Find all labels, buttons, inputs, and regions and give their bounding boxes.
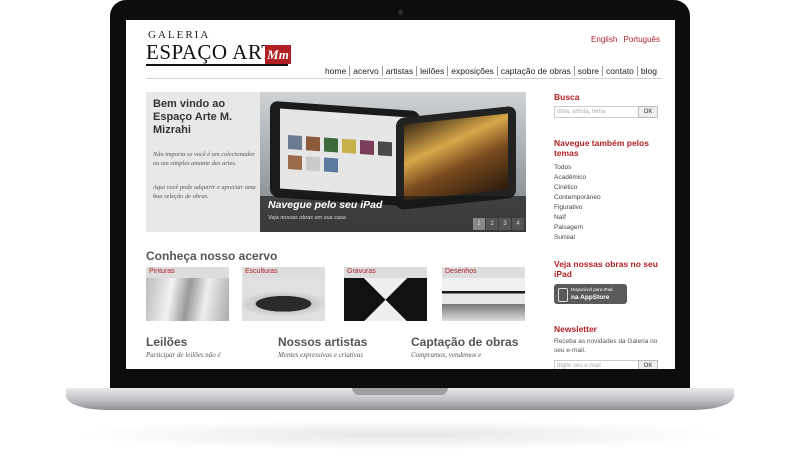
- welcome-title: Bem vindo ao Espaço Arte M. Mizrahi: [153, 98, 233, 136]
- category-label: Desenhos: [442, 267, 525, 278]
- category-label: Pinturas: [146, 267, 229, 278]
- theme-cinetico[interactable]: Cinético: [554, 183, 601, 193]
- slider-subtitle: Veja nossas obras em sua casa: [268, 215, 346, 221]
- appstore-line-2: na AppStore: [571, 294, 610, 301]
- nav-leiloes[interactable]: leilões: [416, 66, 447, 76]
- lang-english[interactable]: English: [591, 35, 617, 44]
- hero-slider[interactable]: Navegue pelo seu iPad Veja nossas obras …: [260, 92, 526, 232]
- slider-page-3[interactable]: 3: [499, 218, 511, 230]
- nav-acervo[interactable]: acervo: [349, 66, 382, 76]
- leiloes-title[interactable]: Leilões: [146, 335, 187, 349]
- category-label: Esculturas: [242, 267, 325, 278]
- newsletter-title: Newsletter: [554, 324, 597, 334]
- camera-icon: [398, 10, 403, 15]
- theme-surreal[interactable]: Surreal: [554, 233, 601, 243]
- search-title: Busca: [554, 92, 580, 102]
- appstore-line-1: Disponível para iPad: [571, 287, 613, 292]
- category-gravuras[interactable]: Gravuras: [344, 267, 427, 321]
- slider-title: Navegue pelo seu iPad: [268, 199, 383, 211]
- slider-page-1[interactable]: 1: [473, 218, 485, 230]
- search-input[interactable]: obra, artista, tema: [554, 106, 640, 118]
- nav-exposicoes[interactable]: exposições: [447, 66, 497, 76]
- theme-contemporaneo[interactable]: Contemporâneo: [554, 193, 601, 203]
- themes-title: Navegue também pelos temas: [554, 138, 649, 158]
- website-screen: GALERIA ESPAÇO ARTE Mm English Português…: [126, 20, 675, 369]
- artistas-title[interactable]: Nossos artistas: [278, 335, 367, 349]
- logo-mark[interactable]: Mm: [265, 45, 291, 64]
- theme-todos[interactable]: Todos: [554, 163, 601, 173]
- category-image: [344, 278, 427, 321]
- nav-contato[interactable]: contato: [602, 66, 637, 76]
- main-nav: home acervo artistas leilões exposições …: [322, 66, 660, 76]
- search-ok-button[interactable]: OK: [638, 106, 658, 118]
- theme-academico[interactable]: Acadêmico: [554, 173, 601, 183]
- captacao-text: Compramos, vendemos e: [411, 351, 482, 359]
- nav-blog[interactable]: blog: [636, 66, 660, 76]
- category-image: [146, 278, 229, 321]
- ipad-image-2: [396, 105, 516, 211]
- newsletter-text: Receba as novidades da Galeria no seu e-…: [554, 338, 658, 354]
- welcome-text-1: Não importa se você é um colecionador ou…: [153, 151, 255, 167]
- category-image: [442, 278, 525, 321]
- nav-home[interactable]: home: [322, 66, 349, 76]
- ipad-title: Veja nossas obras no seu iPad: [554, 259, 658, 279]
- slider-pager: 1 2 3 4: [473, 218, 525, 230]
- nav-artistas[interactable]: artistas: [381, 66, 416, 76]
- themes-list: Todos Acadêmico Cinético Contemporâneo F…: [554, 163, 601, 243]
- theme-naif[interactable]: Naïf: [554, 213, 601, 223]
- category-esculturas[interactable]: Esculturas: [242, 267, 325, 321]
- category-desenhos[interactable]: Desenhos: [442, 267, 525, 321]
- slider-page-4[interactable]: 4: [512, 218, 524, 230]
- appstore-button[interactable]: Disponível para iPad na AppStore: [554, 284, 627, 304]
- nav-sobre[interactable]: sobre: [573, 66, 602, 76]
- laptop-shadow: [70, 420, 730, 450]
- lang-portugues[interactable]: Português: [624, 35, 660, 44]
- language-switcher: English Português: [587, 35, 660, 44]
- nav-captacao[interactable]: captação de obras: [496, 66, 574, 76]
- leiloes-text: Participar de leilões não é: [146, 351, 221, 359]
- logo-underline: [146, 64, 288, 66]
- laptop-notch: [352, 388, 448, 395]
- theme-paisagem[interactable]: Paisagem: [554, 223, 601, 233]
- acervo-title: Conheça nosso acervo: [146, 249, 278, 263]
- newsletter-ok-button[interactable]: OK: [638, 360, 658, 369]
- slider-page-2[interactable]: 2: [486, 218, 498, 230]
- nav-divider: [146, 78, 662, 79]
- artistas-text: Mentes expressivas e criativas: [278, 351, 364, 359]
- category-label: Gravuras: [344, 267, 427, 278]
- category-image: [242, 278, 325, 321]
- theme-figurativo[interactable]: Figurativo: [554, 203, 601, 213]
- ipad-icon: [558, 288, 568, 302]
- email-input[interactable]: digite seu e-mail: [554, 360, 640, 369]
- captacao-title[interactable]: Captação de obras: [411, 335, 518, 349]
- welcome-text-2: Aqui você pode adquirir e apreciar uma b…: [153, 184, 256, 200]
- category-pinturas[interactable]: Pinturas: [146, 267, 229, 321]
